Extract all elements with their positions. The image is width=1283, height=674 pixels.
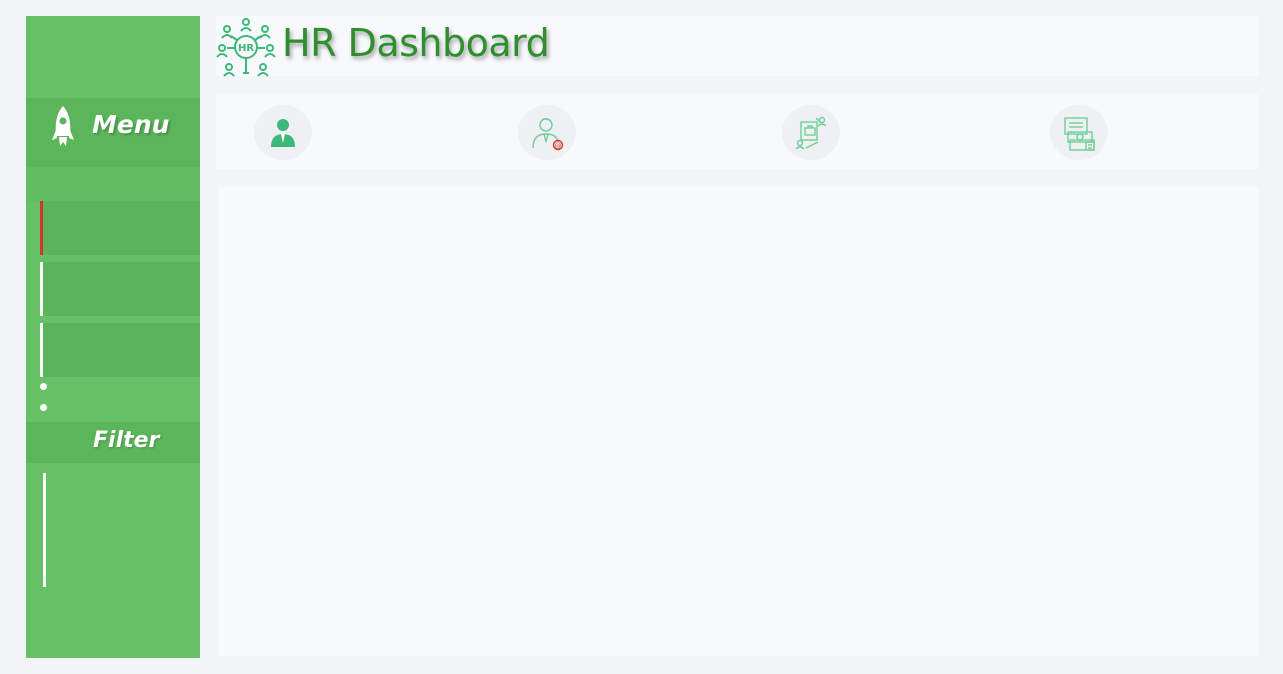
filter-slicer[interactable] xyxy=(43,473,46,587)
nav-indicator xyxy=(40,323,43,377)
sidebar: Menu Filter xyxy=(26,16,200,658)
nav-item-2[interactable] xyxy=(40,262,200,316)
active-indicator xyxy=(40,201,43,255)
header-card: HR HR Dashboard xyxy=(216,16,1258,77)
kpi-strip: @ xyxy=(216,94,1258,169)
nav-item-3[interactable] xyxy=(40,323,200,377)
menu-strip xyxy=(26,167,200,201)
filter-label: Filter xyxy=(93,428,160,453)
employee-email-icon[interactable]: @ xyxy=(518,105,576,160)
radio-dot-1[interactable] xyxy=(40,383,47,390)
employee-icon[interactable] xyxy=(254,105,312,160)
payroll-icon[interactable] xyxy=(1050,105,1108,160)
menu-label: Menu xyxy=(92,110,170,139)
rocket-icon xyxy=(50,104,76,152)
recruitment-icon[interactable] xyxy=(782,105,840,160)
menu-header: Menu xyxy=(26,98,200,167)
filter-header: Filter xyxy=(26,422,200,463)
nav-item-1[interactable] xyxy=(40,201,200,255)
page-title: HR Dashboard xyxy=(282,21,550,65)
nav-indicator xyxy=(40,262,43,316)
svg-text:HR: HR xyxy=(238,43,254,54)
hr-network-icon: HR xyxy=(216,17,276,77)
main-content-panel xyxy=(219,187,1258,656)
svg-text:@: @ xyxy=(555,142,562,150)
radio-dot-2[interactable] xyxy=(40,404,47,411)
